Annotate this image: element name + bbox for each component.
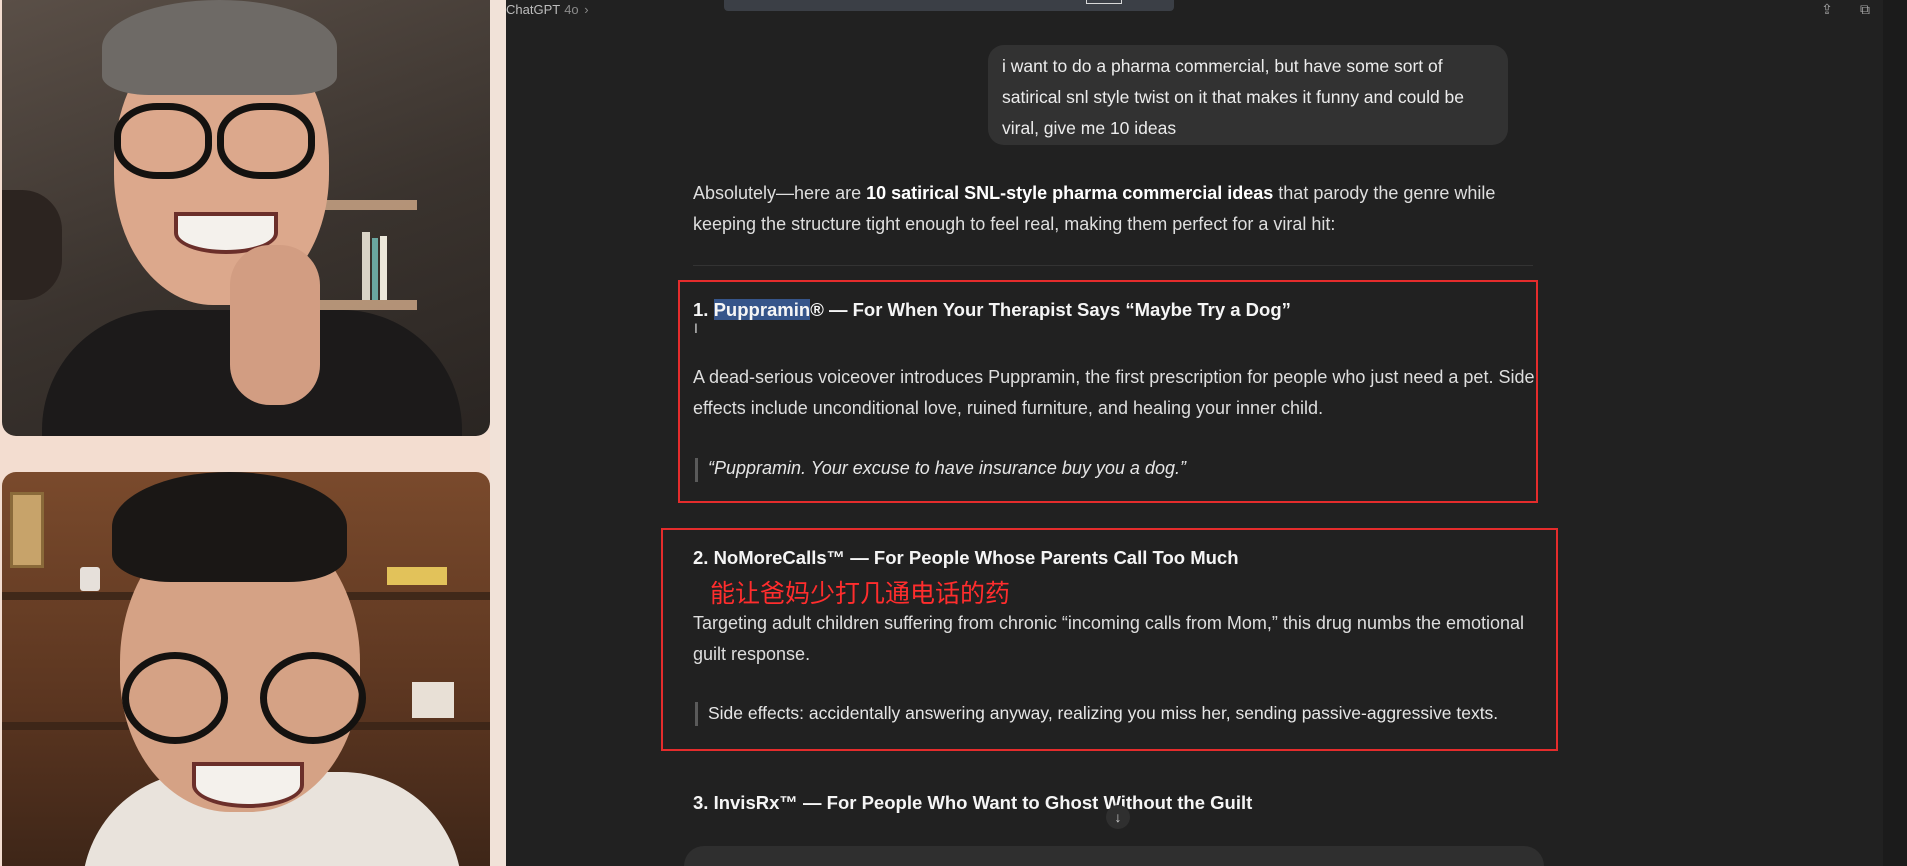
bookshelf: [317, 300, 417, 310]
assistant-intro: Absolutely—here are 10 satirical SNL-sty…: [693, 178, 1553, 240]
user-message-text: i want to do a pharma commercial, but ha…: [1002, 56, 1465, 138]
video-tile-participant-2: [2, 472, 490, 866]
book: [387, 567, 447, 585]
idea-2-quote: Side effects: accidentally answering any…: [708, 703, 1499, 723]
bookshelf: [317, 200, 417, 210]
text-cursor-icon: I: [694, 320, 698, 336]
composer-input[interactable]: [684, 846, 1544, 866]
decor-object: [412, 682, 454, 718]
book: [380, 236, 387, 300]
picture-frame: [10, 492, 44, 568]
idea-1-description: A dead-serious voiceover introduces Pupp…: [693, 367, 1535, 418]
book: [372, 238, 378, 300]
video-tile-participant-1: [2, 0, 490, 436]
quote-bar: [695, 702, 698, 726]
copy-icon[interactable]: ⧉: [1857, 1, 1873, 17]
chevron-right-icon: ›: [584, 2, 589, 17]
scrollbar[interactable]: [1883, 0, 1907, 866]
arrow-down-icon[interactable]: ↓: [1106, 805, 1130, 829]
share-icon[interactable]: ⇪: [1819, 1, 1835, 17]
mug: [80, 567, 100, 591]
model-selector[interactable]: ChatGPT 4o ›: [506, 2, 589, 17]
idea-1-quote: “Puppramin. Your excuse to have insuranc…: [708, 458, 1186, 478]
section-divider: [693, 265, 1533, 266]
user-message-bubble: i want to do a pharma commercial, but ha…: [988, 45, 1508, 145]
top-bar: ChatGPT 4o › ⇪ ⧉: [506, 0, 1907, 22]
window-divider: [490, 0, 506, 866]
intro-prefix: Absolutely—here are: [693, 183, 867, 203]
model-name: ChatGPT: [506, 2, 561, 17]
idea-1-number: 1.: [693, 299, 714, 320]
idea-1-title: 1. Puppramin® — For When Your Therapist …: [693, 299, 1291, 321]
selected-text[interactable]: Puppramin: [713, 299, 811, 320]
quote-bar: [695, 458, 698, 482]
model-version: 4o: [564, 2, 579, 17]
idea-1-title-rest: ® — For When Your Therapist Says “Maybe …: [810, 299, 1291, 320]
idea-2-title: 2. NoMoreCalls™ — For People Whose Paren…: [693, 547, 1239, 568]
address-strip-box: [1086, 0, 1122, 4]
idea-3-title: 3. InvisRx™ — For People Who Want to Gho…: [693, 792, 1253, 813]
chat-window: ChatGPT 4o › ⇪ ⧉ i want to do a pharma co…: [506, 0, 1907, 866]
microphone: [2, 190, 62, 300]
book: [362, 232, 370, 300]
chinese-annotation: 能让爸妈少打几通电话的药: [710, 579, 1011, 608]
idea-2-description: Targeting adult children suffering from …: [693, 613, 1525, 664]
intro-bold: 10 satirical SNL-style pharma commercial…: [866, 183, 1274, 203]
